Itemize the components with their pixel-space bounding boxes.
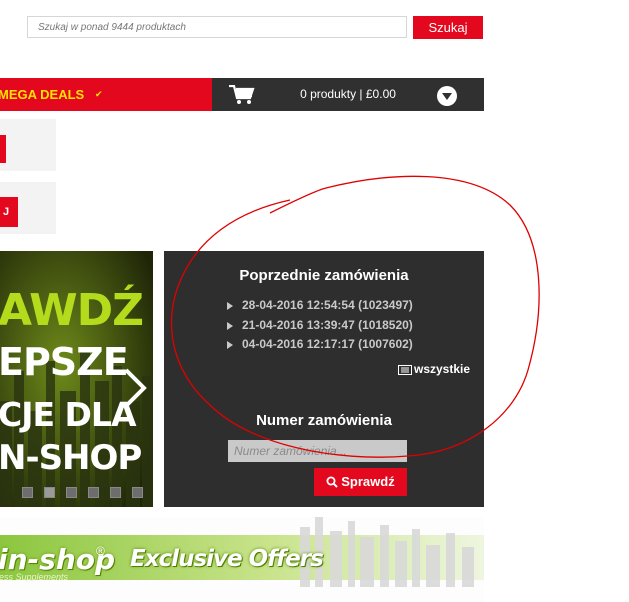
order-item[interactable]: 04-04-2016 12:17:17 (1007602) [227,337,413,351]
brand-tagline: ess Supplements [0,572,69,582]
banner-headline: EPSZE [0,340,129,384]
order-item[interactable]: 28-04-2016 12:54:54 (1023497) [227,298,413,312]
check-order-button[interactable]: Sprawdź [314,468,407,496]
list-icon [398,364,412,375]
mega-deals-label: MEGA DEALS [0,87,85,102]
caret-right-icon [227,321,233,330]
banner-headline: CJE DLA [0,395,136,434]
banner-dot[interactable] [22,487,33,498]
order-item-label: 04-04-2016 12:17:17 (1007602) [242,337,413,351]
cart-dropdown-icon[interactable] [437,86,457,106]
search-button[interactable]: Szukaj [413,16,483,39]
banner-dot[interactable] [132,487,143,498]
previous-orders-title: Poprzednie zamówienia [239,267,409,284]
banner-dot[interactable] [88,487,99,498]
caret-right-icon [227,301,233,310]
check-order-label: Sprawdź [341,474,395,489]
all-orders-label: wszystkie [414,362,471,376]
banner-headline: N-SHOP [0,438,142,478]
mega-deals-menu[interactable]: MEGA DEALS ✔ [0,78,212,111]
cart-bar[interactable]: 0 produkty | £0.00 [212,78,484,111]
banner-dot[interactable] [66,487,77,498]
banner-dot[interactable] [110,487,121,498]
chevron-down-icon: ✔ [95,89,103,99]
side-box [0,119,56,171]
side-box-button[interactable] [0,135,6,163]
chevron-right-icon[interactable] [120,366,148,410]
exclusive-offers-title: Exclusive Offers [130,546,324,572]
orders-panel: Poprzednie zamówienia 28-04-2016 12:54:5… [164,251,484,507]
caret-right-icon [227,340,233,349]
side-box-button-label: J [3,206,10,218]
search-input[interactable] [27,16,407,38]
order-number-input[interactable] [228,440,407,462]
banner-headline: AWDŹ [0,285,144,336]
banner-dot[interactable] [44,487,55,498]
registered-mark: ® [96,544,105,558]
order-number-title: Numer zamówienia [256,412,392,429]
order-item-label: 28-04-2016 12:54:54 (1023497) [242,298,413,312]
search-icon [326,476,338,488]
side-box-button[interactable]: J [0,197,18,227]
all-orders-link[interactable]: wszystkie [398,362,470,376]
order-item-label: 21-04-2016 13:39:47 (1018520) [242,318,413,332]
order-item[interactable]: 21-04-2016 13:39:47 (1018520) [227,318,413,332]
